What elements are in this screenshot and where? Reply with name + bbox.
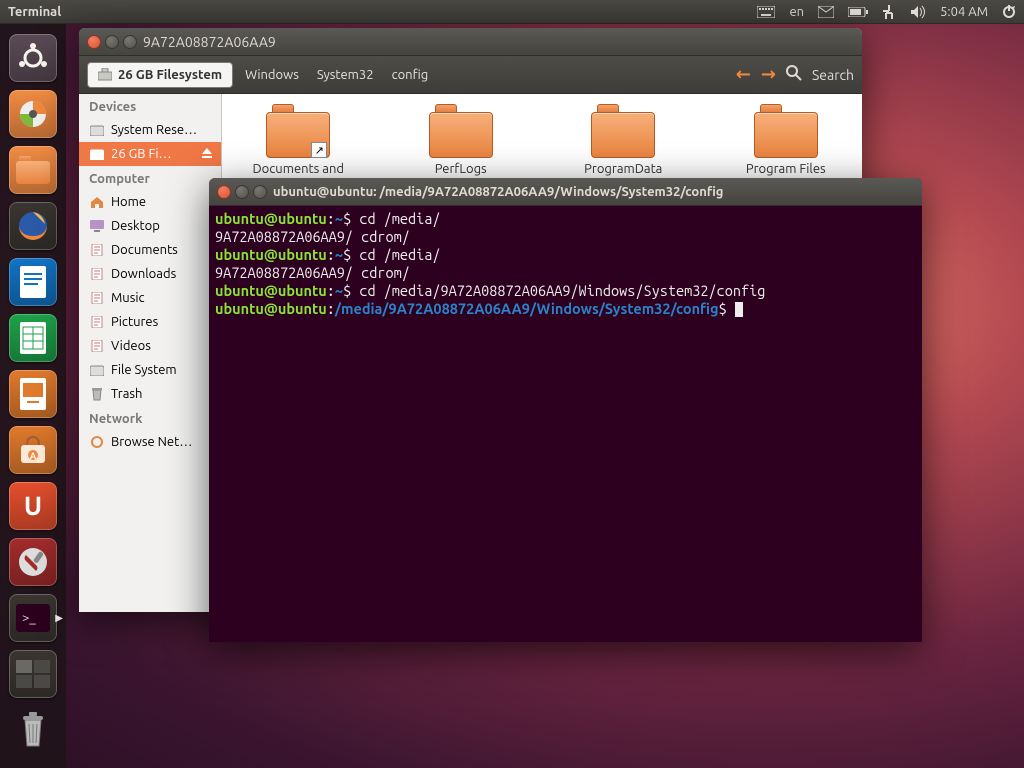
sidebar-item-label: File System	[111, 363, 177, 377]
folder-icon: ↗	[266, 104, 330, 158]
session-icon[interactable]	[1002, 5, 1016, 19]
svg-text:A: A	[30, 451, 37, 461]
svg-text:U: U	[24, 491, 42, 520]
active-app-label: Terminal	[8, 5, 61, 19]
sidebar-item-label: System Rese…	[111, 123, 197, 137]
fm-title: 9A72A08872A06AA9	[143, 34, 276, 50]
eject-icon[interactable]	[201, 147, 213, 162]
place-icon	[89, 194, 105, 210]
terminal-output[interactable]: ubuntu@ubuntu:~$ cd /media/ 9A72A08872A0…	[209, 206, 922, 322]
sidebar-item-label: Music	[111, 291, 145, 305]
sidebar-item-label: Trash	[111, 387, 142, 401]
search-label[interactable]: Search	[812, 67, 854, 83]
launcher-settings[interactable]	[7, 536, 59, 588]
fm-toolbar: 26 GB Filesystem Windows System32 config…	[79, 56, 862, 94]
path-current[interactable]: 26 GB Filesystem	[87, 62, 233, 88]
sidebar-item-music[interactable]: Music	[79, 286, 221, 310]
place-icon	[89, 386, 105, 402]
launcher-files[interactable]	[7, 144, 59, 196]
term-maximize-button[interactable]	[253, 185, 267, 199]
breadcrumb[interactable]: System32	[311, 66, 380, 84]
battery-icon[interactable]	[848, 7, 868, 17]
folder-label: ProgramData	[571, 162, 676, 177]
launcher-impress[interactable]	[7, 368, 59, 420]
launcher-calc[interactable]	[7, 312, 59, 364]
folder-label: Program Files	[734, 162, 839, 177]
top-panel: Terminal en 5:04 AM	[0, 0, 1024, 24]
sidebar-item-label: Pictures	[111, 315, 158, 329]
breadcrumb[interactable]: config	[386, 66, 435, 84]
launcher-software-center[interactable]: A	[7, 424, 59, 476]
folder-icon	[429, 104, 493, 158]
term-minimize-button[interactable]	[235, 185, 249, 199]
network-icon[interactable]	[882, 5, 896, 19]
launcher-dash[interactable]	[7, 32, 59, 84]
messages-icon[interactable]	[818, 6, 834, 18]
sidebar-item-downloads[interactable]: Downloads	[79, 262, 221, 286]
launcher-trash[interactable]	[7, 704, 59, 756]
sidebar-item-desktop[interactable]: Desktop	[79, 214, 221, 238]
place-icon	[89, 314, 105, 330]
place-icon	[89, 362, 105, 378]
nav-forward-icon[interactable]: →	[761, 64, 776, 85]
sidebar-item-label: Videos	[111, 339, 151, 353]
launcher-firefox[interactable]	[7, 200, 59, 252]
search-icon[interactable]	[786, 65, 802, 85]
sidebar-item-label: Documents	[111, 243, 178, 257]
sidebar-item-home[interactable]: Home	[79, 190, 221, 214]
sidebar-item-label: Browse Net…	[111, 435, 192, 449]
keyboard-indicator[interactable]	[757, 6, 775, 18]
launcher-terminal-launcher[interactable]: >_▶	[7, 592, 59, 644]
term-title: ubuntu@ubuntu: /media/9A72A08872A06AA9/W…	[273, 185, 723, 199]
nav-back-icon[interactable]: ←	[736, 64, 751, 85]
sidebar-item-network[interactable]: Browse Net…	[79, 430, 221, 454]
place-icon	[89, 242, 105, 258]
folder-icon	[591, 104, 655, 158]
place-icon	[89, 338, 105, 354]
sidebar-item-device[interactable]: System Rese…	[79, 118, 221, 142]
sidebar-item-label: 26 GB Fi…	[111, 147, 171, 161]
place-icon	[89, 218, 105, 234]
launcher-ubuntu-one[interactable]: U	[7, 480, 59, 532]
launcher: A U >_▶	[0, 24, 66, 768]
system-tray: en 5:04 AM	[757, 5, 1016, 19]
fm-minimize-button[interactable]	[105, 35, 119, 49]
sidebar-item-label: Downloads	[111, 267, 176, 281]
sidebar-head-computer: Computer	[79, 166, 221, 190]
launcher-workspace-switcher[interactable]	[7, 648, 59, 700]
folder-label: PerfLogs	[409, 162, 514, 177]
sidebar-head-devices: Devices	[79, 94, 221, 118]
sidebar-item-label: Home	[111, 195, 146, 209]
sidebar: Devices System Rese… 26 GB Fi… Computer …	[79, 94, 222, 612]
folder-icon	[754, 104, 818, 158]
launcher-disk-analyzer[interactable]	[7, 88, 59, 140]
sidebar-item-file-system[interactable]: File System	[79, 358, 221, 382]
network-icon	[89, 434, 105, 450]
drive-icon	[89, 146, 105, 162]
sidebar-item-trash[interactable]: Trash	[79, 382, 221, 406]
place-icon	[89, 290, 105, 306]
sidebar-item-videos[interactable]: Videos	[79, 334, 221, 358]
sidebar-item-documents[interactable]: Documents	[79, 238, 221, 262]
terminal-window: ubuntu@ubuntu: /media/9A72A08872A06AA9/W…	[209, 178, 922, 642]
fm-maximize-button[interactable]	[123, 35, 137, 49]
drive-icon	[89, 122, 105, 138]
svg-text:>_: >_	[22, 611, 36, 625]
place-icon	[89, 266, 105, 282]
term-close-button[interactable]	[217, 185, 231, 199]
breadcrumb[interactable]: Windows	[239, 66, 305, 84]
path-current-label: 26 GB Filesystem	[118, 68, 222, 82]
launcher-writer[interactable]	[7, 256, 59, 308]
lang-indicator[interactable]: en	[789, 5, 804, 19]
fm-titlebar[interactable]: 9A72A08872A06AA9	[79, 28, 862, 56]
term-titlebar[interactable]: ubuntu@ubuntu: /media/9A72A08872A06AA9/W…	[209, 178, 922, 206]
sidebar-item-label: Desktop	[111, 219, 160, 233]
sidebar-head-network: Network	[79, 406, 221, 430]
sidebar-item-device-selected[interactable]: 26 GB Fi…	[79, 142, 221, 166]
shortcut-arrow-icon: ↗	[311, 142, 327, 158]
fm-close-button[interactable]	[87, 35, 101, 49]
clock[interactable]: 5:04 AM	[940, 5, 988, 19]
volume-icon[interactable]	[910, 5, 926, 19]
sidebar-item-pictures[interactable]: Pictures	[79, 310, 221, 334]
